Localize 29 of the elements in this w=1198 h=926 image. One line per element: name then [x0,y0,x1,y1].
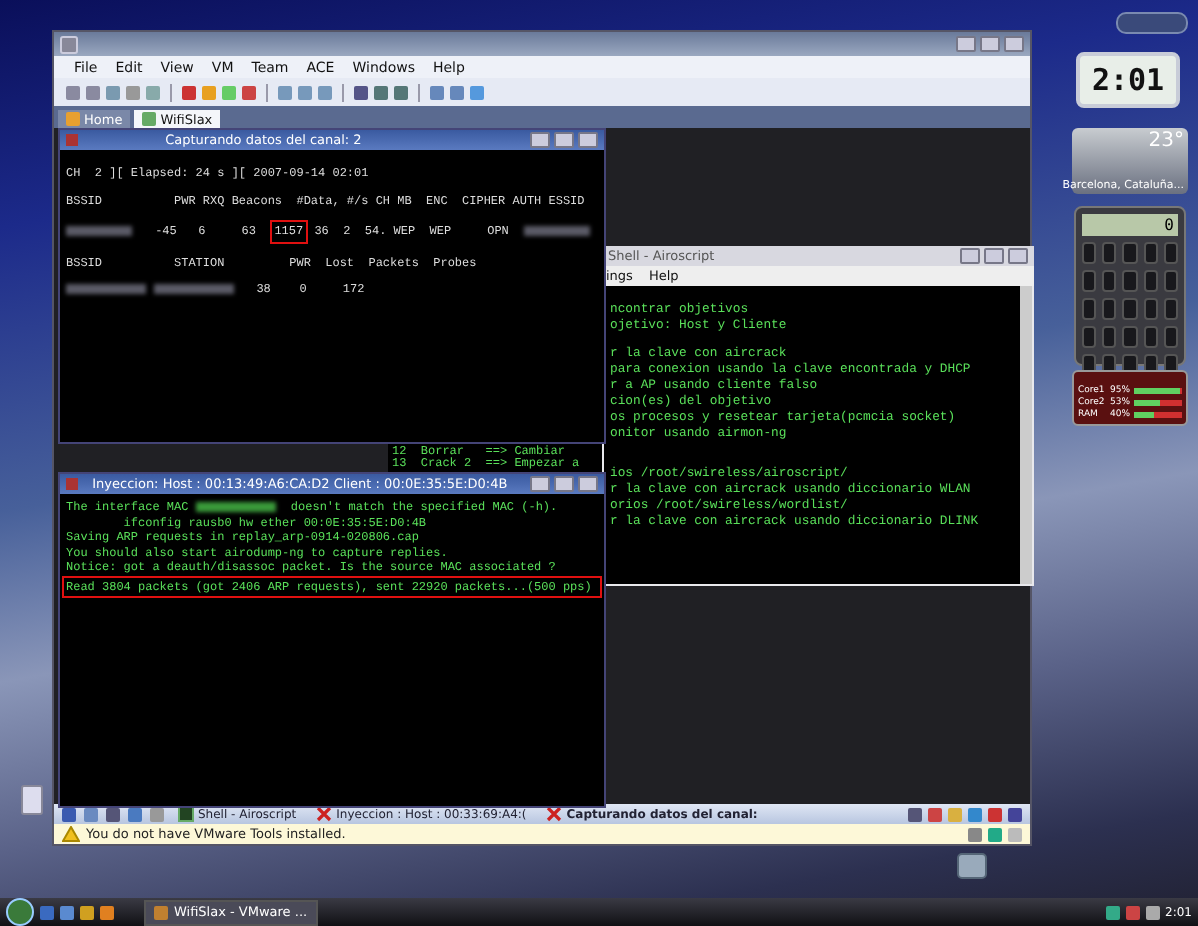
gadget-toolbar[interactable] [1116,12,1188,34]
minimize-button[interactable] [956,36,976,52]
maximize-button[interactable] [984,248,1004,264]
maximize-button[interactable] [553,476,574,492]
x-icon [546,806,563,822]
blurred-text [195,502,276,513]
app-icon [154,905,168,919]
x-icon [66,134,78,146]
minimize-button[interactable] [529,476,550,492]
close-button[interactable] [1004,36,1024,52]
clock-time: 2:01 [1091,62,1165,98]
blurred-text [523,226,590,237]
temperature: 23° [1148,130,1184,152]
calculator-display: 0 [1082,214,1178,236]
x-icon [66,478,78,490]
x-icon [316,806,333,822]
blurred-text [66,226,133,237]
close-button[interactable] [577,476,598,492]
minimize-button[interactable] [960,248,980,264]
blurred-text [66,284,146,295]
close-button[interactable] [577,132,598,148]
desktop-icon [956,852,988,880]
maximize-button[interactable] [980,36,1000,52]
blurred-text [154,284,234,295]
maximize-button[interactable] [553,132,574,148]
close-button[interactable] [1008,248,1028,264]
minimize-button[interactable] [529,132,550,148]
scrollbar[interactable] [1020,286,1032,584]
app-icon [60,35,78,53]
